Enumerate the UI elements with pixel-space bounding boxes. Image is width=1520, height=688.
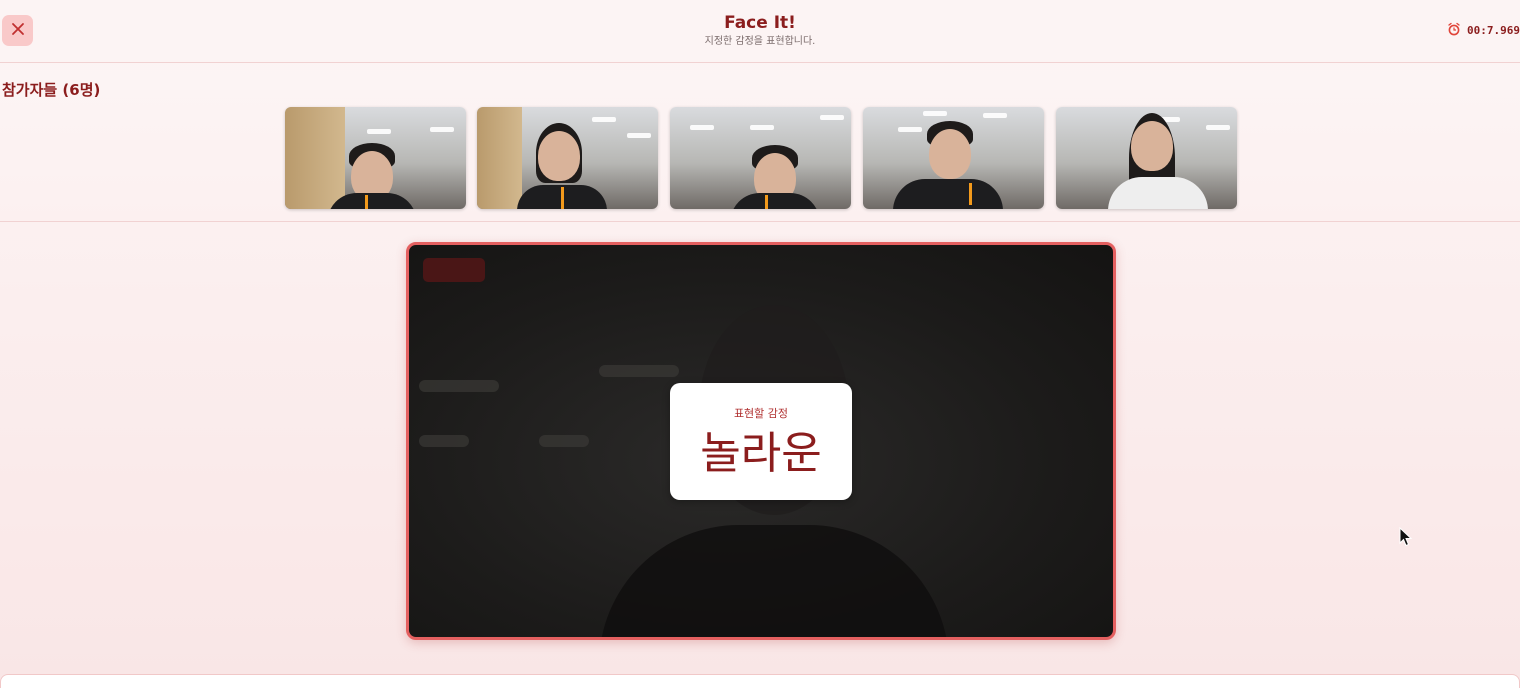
title-block: Face It! 지정한 감정을 표현합니다. bbox=[0, 13, 1520, 49]
header-bar: Face It! 지정한 감정을 표현합니다. 00:7.969 bbox=[0, 0, 1520, 63]
target-emotion: 놀라운 bbox=[700, 428, 822, 479]
page-title: Face It! bbox=[724, 13, 796, 33]
participant-video-4[interactable] bbox=[863, 107, 1044, 209]
live-badge bbox=[423, 258, 485, 282]
emotion-card-label: 표현할 감정 bbox=[733, 407, 789, 420]
bottom-panel bbox=[0, 674, 1520, 688]
main-video-feed: 표현할 감정 놀라운 bbox=[406, 242, 1116, 640]
timer: 00:7.969 bbox=[1447, 22, 1520, 39]
participant-video-1[interactable] bbox=[285, 107, 466, 209]
participant-video-3[interactable] bbox=[670, 107, 851, 209]
participant-video-2[interactable] bbox=[477, 107, 658, 209]
emotion-card: 표현할 감정 놀라운 bbox=[670, 383, 852, 500]
alarm-clock-icon bbox=[1447, 22, 1461, 39]
participants-section bbox=[0, 63, 1520, 222]
page-subtitle: 지정한 감정을 표현합니다. bbox=[704, 36, 816, 47]
mouse-cursor-icon bbox=[1399, 526, 1413, 551]
timer-value: 00:7.969 bbox=[1467, 24, 1520, 37]
participant-video-5[interactable] bbox=[1056, 107, 1237, 209]
participants-count-label: 참가자들 (6명) bbox=[2, 81, 101, 99]
